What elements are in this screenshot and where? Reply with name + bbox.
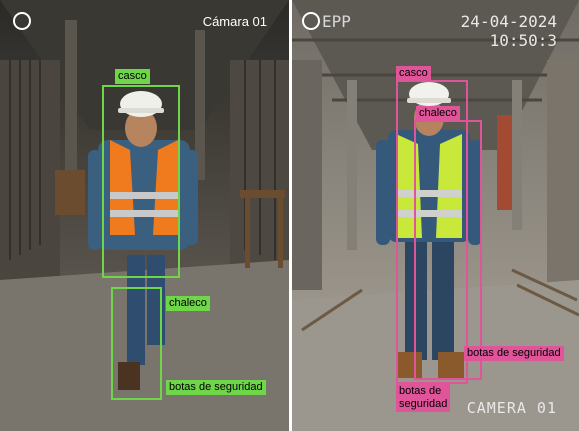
circle-icon[interactable]: [13, 12, 31, 30]
detection-box-casco: [102, 85, 180, 278]
camera-feed-left: Cámara 01 casco chaleco botas de segurid…: [0, 0, 289, 431]
detection-label-chaleco: chaleco: [416, 106, 460, 121]
camera-feed-right: EPP 24-04-2024 10:50:3 casco chaleco bot…: [292, 0, 579, 431]
overlay-title: EPP: [322, 12, 351, 31]
camera-label: Cámara 01: [202, 14, 267, 29]
detection-label-chaleco: chaleco: [166, 296, 210, 311]
detection-label-botas-left: botas de seguridad: [396, 384, 451, 412]
circle-icon[interactable]: [302, 12, 320, 30]
detection-label-casco: casco: [115, 69, 150, 84]
camera-label: CAMERA 01: [466, 399, 557, 417]
detection-label-casco: casco: [396, 66, 431, 81]
detection-box-chaleco: [111, 287, 162, 400]
detection-label-botas-right: botas de seguridad: [464, 346, 564, 361]
timestamp-date: 24-04-2024: [460, 12, 557, 31]
detection-box-chaleco: [414, 120, 482, 380]
detection-label-botas: botas de seguridad: [166, 380, 266, 395]
timestamp-time: 10:50:3: [489, 31, 557, 50]
